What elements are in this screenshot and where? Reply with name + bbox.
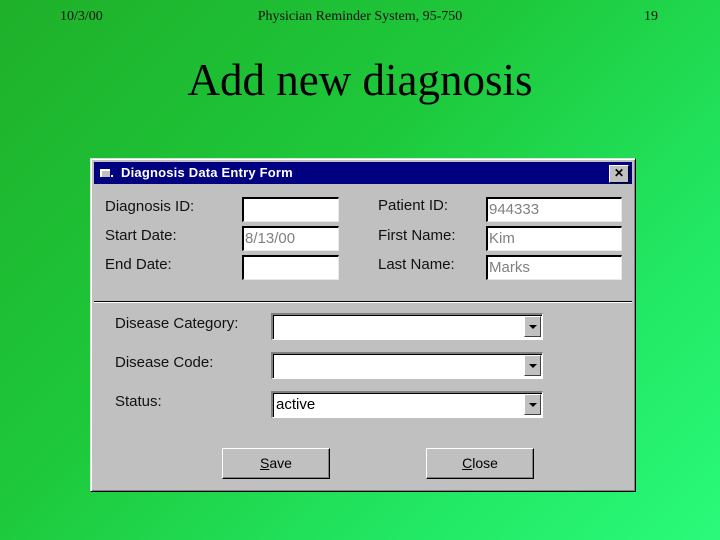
window-title: Diagnosis Data Entry Form [121, 165, 293, 180]
chevron-down-icon[interactable] [524, 316, 541, 337]
form-window-icon [100, 169, 113, 177]
end-date-field[interactable] [242, 255, 339, 280]
window-titlebar[interactable]: Diagnosis Data Entry Form ✕ [94, 162, 632, 184]
disease-code-label: Disease Code: [115, 354, 214, 371]
close-accelerator: C [462, 455, 473, 471]
diagnosis-id-field[interactable] [242, 197, 339, 222]
disease-category-label: Disease Category: [115, 315, 239, 332]
save-accelerator: S [260, 455, 270, 471]
disease-code-dropdown[interactable] [271, 352, 543, 379]
save-button[interactable]: Save [222, 448, 330, 479]
chevron-down-icon[interactable] [524, 355, 541, 376]
close-icon: ✕ [613, 166, 625, 180]
chevron-down-icon[interactable] [524, 394, 541, 415]
save-label: ave [269, 455, 292, 471]
close-button[interactable]: Close [426, 448, 534, 479]
diagnosis-entry-window: Diagnosis Data Entry Form ✕ Diagnosis ID… [90, 158, 636, 492]
status-label: Status: [115, 393, 162, 410]
end-date-label: End Date: [105, 256, 172, 273]
slide-title: Add new diagnosis [187, 55, 533, 105]
slide-page-number: 19 [644, 9, 658, 24]
last-name-field[interactable]: Marks [486, 255, 622, 280]
slide-course-title: Physician Reminder System, 95-750 [257, 9, 463, 24]
last-name-label: Last Name: [378, 256, 455, 273]
status-value: active [276, 396, 316, 413]
close-label: lose [472, 455, 498, 471]
first-name-field[interactable]: Kim [486, 226, 622, 251]
first-name-label: First Name: [378, 227, 456, 244]
status-dropdown[interactable]: active [271, 391, 543, 418]
window-close-button[interactable]: ✕ [609, 165, 629, 183]
patient-id-label: Patient ID: [378, 197, 449, 214]
start-date-field[interactable]: 8/13/00 [242, 226, 339, 251]
form-divider [94, 301, 632, 303]
start-date-label: Start Date: [105, 227, 177, 244]
diagnosis-id-label: Diagnosis ID: [105, 198, 195, 215]
patient-id-field[interactable]: 944333 [486, 197, 622, 222]
disease-category-dropdown[interactable] [271, 313, 543, 340]
